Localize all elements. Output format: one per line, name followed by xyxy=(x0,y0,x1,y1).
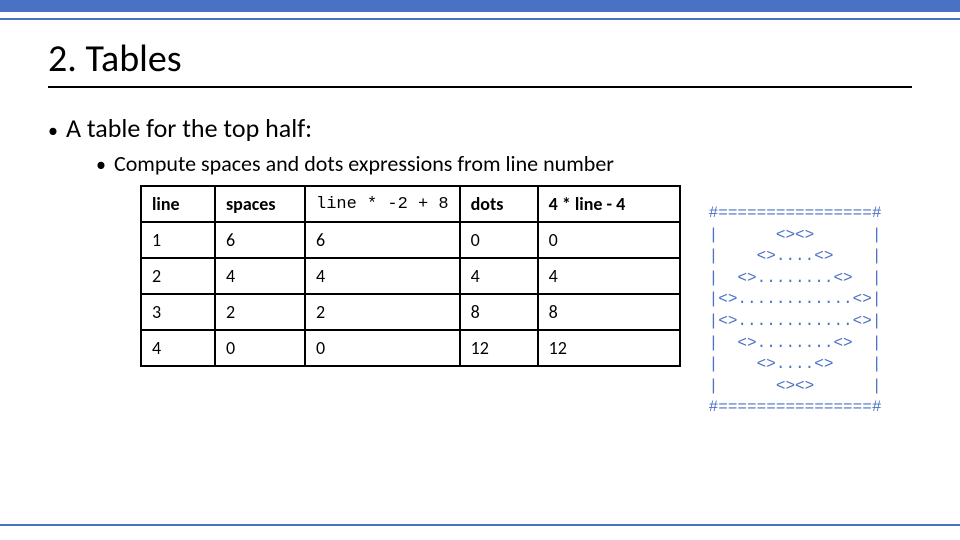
td-expr-dots: 8 xyxy=(538,294,680,330)
table-and-figure-row: line spaces line * -2 + 8 dots 4 * line … xyxy=(48,185,912,419)
bullet-level-1: • A table for the top half: xyxy=(48,112,912,144)
table-row: 2 4 4 4 4 xyxy=(141,258,680,294)
bottom-accent-line xyxy=(0,524,960,526)
td-spaces: 2 xyxy=(215,294,305,330)
page-title: 2. Tables xyxy=(48,36,912,88)
bullet-dot-icon: • xyxy=(96,155,106,175)
table-row: 3 2 2 8 8 xyxy=(141,294,680,330)
bullet-level-2: • Compute spaces and dots expressions fr… xyxy=(96,150,912,177)
td-expr-spaces: 0 xyxy=(305,330,460,366)
td-dots: 8 xyxy=(460,294,538,330)
td-line: 4 xyxy=(141,330,215,366)
td-expr-dots: 12 xyxy=(538,330,680,366)
td-line: 1 xyxy=(141,222,215,258)
th-line: line xyxy=(141,186,215,222)
bullet-level-1-text: A table for the top half: xyxy=(66,112,312,144)
td-dots: 4 xyxy=(460,258,538,294)
table-row: 4 0 0 12 12 xyxy=(141,330,680,366)
th-spaces: spaces xyxy=(215,186,305,222)
td-expr-dots: 4 xyxy=(538,258,680,294)
th-expr-dots: 4 * line - 4 xyxy=(538,186,680,222)
bullet-dot-icon: • xyxy=(48,121,58,141)
td-line: 2 xyxy=(141,258,215,294)
table-header-row: line spaces line * -2 + 8 dots 4 * line … xyxy=(141,186,680,222)
table-row: 1 6 6 0 0 xyxy=(141,222,680,258)
td-spaces: 0 xyxy=(215,330,305,366)
slide-content: 2. Tables • A table for the top half: • … xyxy=(0,20,960,419)
td-dots: 12 xyxy=(460,330,538,366)
td-expr-spaces: 2 xyxy=(305,294,460,330)
td-line: 3 xyxy=(141,294,215,330)
td-expr-dots: 0 xyxy=(538,222,680,258)
th-dots: dots xyxy=(460,186,538,222)
top-accent-bars xyxy=(0,0,960,20)
th-expr-spaces: line * -2 + 8 xyxy=(305,186,460,222)
td-spaces: 6 xyxy=(215,222,305,258)
bullet-level-2-text: Compute spaces and dots expressions from… xyxy=(114,150,614,177)
bullet-list: • A table for the top half: • Compute sp… xyxy=(48,112,912,177)
td-expr-spaces: 4 xyxy=(305,258,460,294)
td-dots: 0 xyxy=(460,222,538,258)
td-expr-spaces: 6 xyxy=(305,222,460,258)
accent-bar-thick xyxy=(0,0,960,12)
td-spaces: 4 xyxy=(215,258,305,294)
expressions-table: line spaces line * -2 + 8 dots 4 * line … xyxy=(140,185,681,367)
ascii-rhombus-figure: #================# | <><> | | <>....<> |… xyxy=(709,203,882,419)
